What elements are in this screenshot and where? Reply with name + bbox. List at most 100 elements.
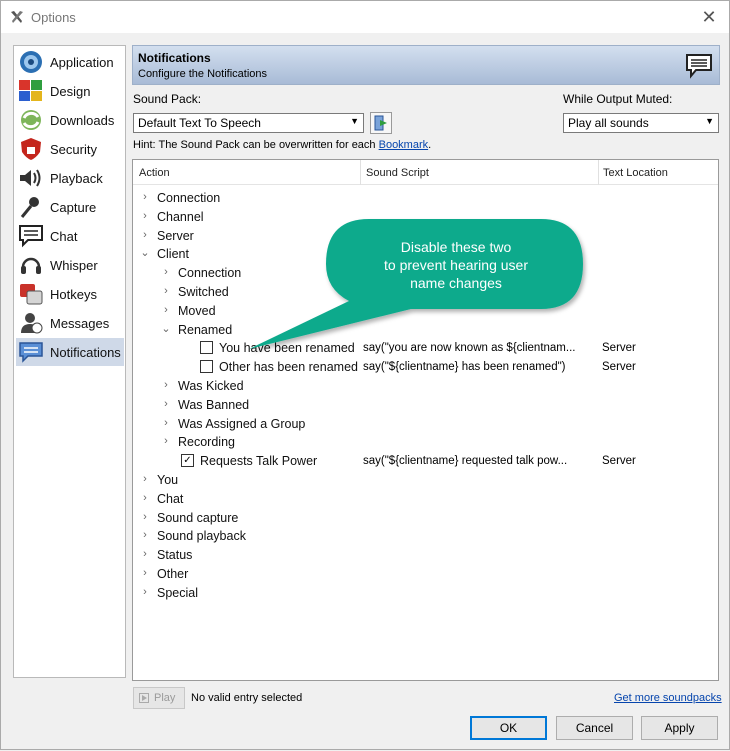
ok-button[interactable]: OK bbox=[470, 716, 547, 740]
checkbox-unchecked[interactable] bbox=[200, 360, 213, 374]
sidebar-item-hotkeys[interactable]: Hotkeys bbox=[16, 280, 124, 308]
chevron-right-icon[interactable]: › bbox=[139, 566, 151, 580]
callout-line: Disable these two bbox=[400, 239, 512, 255]
tree-row[interactable]: › Status bbox=[133, 545, 718, 564]
sidebar-item-label: Security bbox=[50, 142, 97, 157]
chevron-right-icon[interactable]: › bbox=[160, 378, 172, 392]
tree-row[interactable]: › Recording bbox=[133, 432, 718, 451]
chevron-right-icon[interactable]: › bbox=[139, 472, 151, 486]
sidebar-item-application[interactable]: Application bbox=[16, 48, 124, 76]
bookmark-link[interactable]: Bookmark bbox=[379, 139, 429, 151]
column-header-text-location[interactable]: Text Location bbox=[603, 167, 668, 179]
sidebar-item-design[interactable]: Design bbox=[16, 77, 124, 105]
sound-pack-select[interactable]: Default Text To Speech ▼ bbox=[133, 113, 364, 133]
play-button[interactable]: Play bbox=[133, 687, 185, 709]
window-title: Options bbox=[31, 10, 76, 25]
sound-script-cell: say("you are now known as ${clientnam... bbox=[363, 342, 576, 355]
chevron-down-icon[interactable]: ⌄ bbox=[139, 246, 151, 260]
chevron-right-icon[interactable]: › bbox=[160, 416, 172, 430]
chat-icon bbox=[19, 225, 43, 248]
sound-script-cell: say("${clientname} requested talk pow... bbox=[363, 455, 568, 468]
shield-icon bbox=[21, 138, 41, 160]
chevron-right-icon[interactable]: › bbox=[160, 265, 172, 279]
tree-row[interactable]: › Was Assigned a Group bbox=[133, 414, 718, 433]
output-muted-select[interactable]: Play all sounds ▼ bbox=[563, 113, 719, 133]
chevron-right-icon[interactable]: › bbox=[160, 434, 172, 448]
chevron-right-icon[interactable]: › bbox=[139, 491, 151, 505]
chevron-down-icon[interactable]: ⌄ bbox=[160, 322, 172, 336]
cancel-button[interactable]: Cancel bbox=[556, 716, 633, 740]
sidebar-item-label: Chat bbox=[50, 229, 78, 244]
notifications-icon bbox=[686, 54, 712, 79]
chevron-right-icon[interactable]: › bbox=[160, 303, 172, 317]
install-soundpack-button[interactable] bbox=[370, 112, 392, 134]
column-divider[interactable] bbox=[598, 160, 599, 185]
hint-suffix: . bbox=[428, 139, 432, 151]
sidebar-item-label: Whisper bbox=[50, 258, 98, 273]
hint-text: Hint: The Sound Pack can be overwritten … bbox=[133, 139, 431, 151]
tree-row[interactable]: › Sound playback bbox=[133, 526, 718, 545]
chevron-right-icon[interactable]: › bbox=[139, 228, 151, 242]
column-header-sound-script[interactable]: Sound Script bbox=[366, 167, 429, 179]
chevron-right-icon[interactable]: › bbox=[139, 547, 151, 561]
sidebar-item-notifications[interactable]: Notifications bbox=[16, 338, 124, 366]
notifications-icon bbox=[19, 342, 43, 363]
column-header-action[interactable]: Action bbox=[139, 167, 170, 179]
tree-row[interactable]: › Connection bbox=[133, 188, 718, 207]
sidebar-item-capture[interactable]: Capture bbox=[16, 193, 124, 221]
chevron-right-icon[interactable]: › bbox=[160, 284, 172, 298]
sidebar-item-label: Downloads bbox=[50, 113, 115, 128]
column-divider[interactable] bbox=[360, 160, 361, 185]
chevron-right-icon[interactable]: › bbox=[139, 585, 151, 599]
apply-button[interactable]: Apply bbox=[641, 716, 718, 740]
title-bar: Options ✕ bbox=[1, 1, 729, 33]
text-location-cell: Server bbox=[602, 342, 636, 355]
section-header: Notifications Configure the Notification… bbox=[132, 45, 720, 85]
sidebar-item-messages[interactable]: Messages bbox=[16, 309, 124, 337]
sidebar-item-security[interactable]: Security bbox=[16, 135, 124, 163]
section-title: Notifications bbox=[138, 51, 211, 65]
callout-line: name changes bbox=[410, 275, 502, 291]
tree-row-label: Client bbox=[157, 247, 189, 262]
sidebar-item-playback[interactable]: Playback bbox=[16, 164, 124, 192]
close-icon[interactable]: ✕ bbox=[697, 5, 721, 29]
tree-row[interactable]: › Moved bbox=[133, 301, 718, 320]
chevron-right-icon[interactable]: › bbox=[139, 209, 151, 223]
tree-row[interactable]: › You bbox=[133, 470, 718, 489]
checkbox-checked[interactable]: ✓ bbox=[181, 454, 194, 468]
tree-row[interactable]: › Was Kicked bbox=[133, 376, 718, 395]
tree-row-label: Other has been renamed bbox=[219, 360, 358, 375]
options-window: Options ✕ Application Design Downloads S… bbox=[0, 0, 730, 750]
tools-icon bbox=[11, 11, 23, 23]
checkbox-unchecked[interactable] bbox=[200, 341, 213, 355]
chevron-right-icon[interactable]: › bbox=[139, 510, 151, 524]
sidebar-item-chat[interactable]: Chat bbox=[16, 222, 124, 250]
tree-row[interactable]: ✓ Requests Talk Power say("${clientname} r… bbox=[133, 451, 718, 470]
callout-line: to prevent hearing user bbox=[384, 257, 528, 273]
tree-row[interactable]: You have been renamed say("you are now kn… bbox=[133, 338, 718, 357]
tree-row-label: Moved bbox=[178, 303, 216, 318]
tree-row-label: Was Kicked bbox=[178, 379, 244, 393]
text-location-cell: Server bbox=[602, 361, 636, 374]
options-sidebar: Application Design Downloads Security Pl… bbox=[13, 45, 126, 678]
sidebar-item-label: Application bbox=[50, 55, 114, 70]
tree-row[interactable]: › Special bbox=[133, 583, 718, 602]
tree-row[interactable]: › Other bbox=[133, 564, 718, 583]
tree-row-label: Special bbox=[157, 585, 198, 600]
tree-row-label: Requests Talk Power bbox=[200, 454, 318, 469]
tree-row[interactable]: › Was Banned bbox=[133, 395, 718, 414]
get-more-soundpacks-link[interactable]: Get more soundpacks bbox=[614, 692, 722, 704]
tree-row[interactable]: › Channel bbox=[133, 207, 718, 226]
chevron-right-icon[interactable]: › bbox=[139, 528, 151, 542]
sidebar-item-downloads[interactable]: Downloads bbox=[16, 106, 124, 134]
tree-row-label: Connection bbox=[157, 191, 221, 205]
chevron-right-icon[interactable]: › bbox=[160, 397, 172, 411]
sidebar-item-whisper[interactable]: Whisper bbox=[16, 251, 124, 279]
tree-row-label: Was Assigned a Group bbox=[178, 416, 306, 431]
tree-row[interactable]: ⌄ Renamed bbox=[133, 320, 718, 339]
sidebar-item-label: Capture bbox=[50, 200, 97, 215]
tree-row[interactable]: › Chat bbox=[133, 489, 718, 508]
tree-row[interactable]: Other has been renamed say("${clientname}… bbox=[133, 357, 718, 376]
tree-row[interactable]: › Sound capture bbox=[133, 508, 718, 527]
chevron-right-icon[interactable]: › bbox=[139, 190, 151, 204]
